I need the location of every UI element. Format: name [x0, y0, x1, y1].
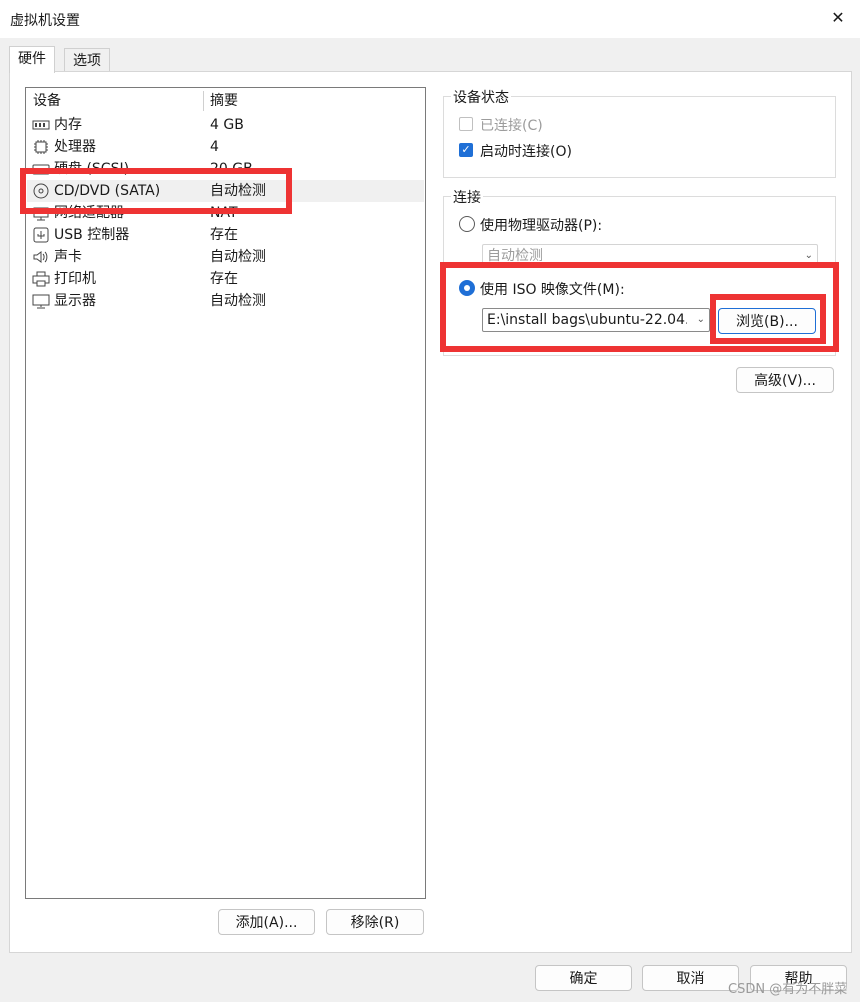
highlight-box-browse [710, 294, 826, 344]
add-device-button[interactable]: 添加(A)... [218, 909, 315, 935]
tab-hardware[interactable]: 硬件 [9, 46, 55, 73]
ok-button-label: 确定 [569, 971, 598, 987]
watermark: CSDN @有为不胖菜 [728, 982, 848, 997]
column-header-summary[interactable]: 摘要 [210, 90, 238, 112]
connected-checkbox[interactable] [459, 117, 473, 131]
memory-icon [32, 120, 50, 130]
device-name: 内存 [54, 117, 82, 133]
connected-label: 已连接(C) [480, 118, 543, 134]
remove-device-button[interactable]: 移除(R) [326, 909, 424, 935]
device-name: USB 控制器 [54, 227, 130, 243]
ok-button[interactable]: 确定 [535, 965, 632, 991]
window-title: 虚拟机设置 [10, 13, 80, 29]
device-summary: 4 [210, 139, 219, 155]
printer-icon [32, 271, 50, 287]
close-icon[interactable]: ✕ [826, 6, 850, 30]
remove-device-button-label: 移除(R) [350, 915, 400, 931]
connect-at-power-on-checkbox[interactable]: ✓ [459, 143, 473, 157]
cancel-button[interactable]: 取消 [642, 965, 739, 991]
device-summary: 自动检测 [210, 293, 266, 309]
column-header-device[interactable]: 设备 [33, 90, 61, 112]
physical-drive-label: 使用物理驱动器(P): [480, 218, 603, 234]
physical-drive-select[interactable]: 自动检测 ⌄ [482, 244, 818, 264]
device-name: 处理器 [54, 139, 96, 155]
device-status-title: 设备状态 [451, 87, 511, 107]
physical-drive-radio[interactable] [459, 216, 475, 232]
device-row-sound[interactable]: 声卡 自动检测 [27, 246, 424, 268]
tab-options[interactable]: 选项 [64, 48, 110, 73]
advanced-button-label: 高级(V)... [754, 373, 816, 389]
device-summary: 自动检测 [210, 249, 266, 265]
device-row-processor[interactable]: 处理器 4 [27, 136, 424, 158]
device-name: 打印机 [54, 271, 96, 287]
speaker-icon [33, 251, 48, 263]
title-bar: 虚拟机设置 ✕ [0, 0, 860, 38]
device-row-usb[interactable]: USB 控制器 存在 [27, 224, 424, 246]
tab-options-label: 选项 [73, 53, 101, 69]
add-device-button-label: 添加(A)... [235, 915, 298, 931]
device-status-group [443, 96, 836, 178]
device-summary: 存在 [210, 227, 238, 243]
cancel-button-label: 取消 [676, 971, 705, 987]
advanced-button[interactable]: 高级(V)... [736, 367, 834, 393]
connect-at-power-on-label: 启动时连接(O) [480, 144, 572, 160]
connection-title: 连接 [451, 187, 483, 207]
device-summary: 存在 [210, 271, 238, 287]
device-row-display[interactable]: 显示器 自动检测 [27, 290, 424, 312]
highlight-box-cd-dvd [20, 168, 292, 214]
usb-icon [33, 227, 49, 243]
tab-hardware-label: 硬件 [18, 51, 46, 67]
device-name: 声卡 [54, 249, 82, 265]
cpu-icon [34, 140, 48, 154]
device-name: 显示器 [54, 293, 96, 309]
monitor-icon [32, 294, 50, 309]
device-summary: 4 GB [210, 117, 244, 133]
device-row-printer[interactable]: 打印机 存在 [27, 268, 424, 290]
device-row-memory[interactable]: 内存 4 GB [27, 114, 424, 136]
column-separator[interactable] [203, 91, 204, 111]
